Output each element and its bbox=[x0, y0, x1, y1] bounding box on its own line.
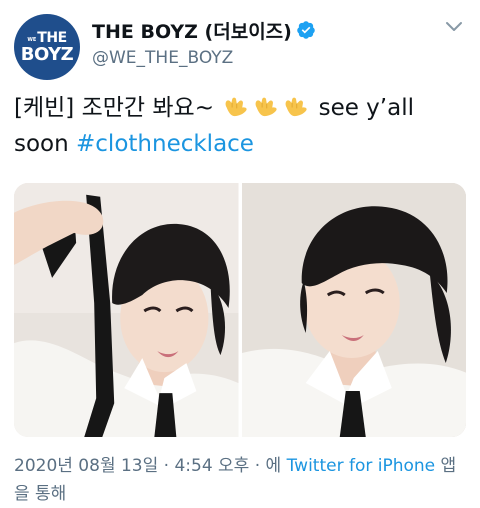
hashtag-link[interactable]: #clothnecklace bbox=[76, 131, 254, 157]
tweet-text: [케빈] 조만간 봐요~ see y’all soon #clothneckla… bbox=[14, 90, 466, 162]
chevron-down-icon[interactable] bbox=[442, 14, 466, 38]
author-display-name[interactable]: THE BOYZ (더보이즈) bbox=[92, 17, 292, 44]
avatar-logo-bottom: BOYZ bbox=[20, 43, 74, 65]
tweet-metadata: 2020년 08월 13일 · 4:54 오후 · 에 Twitter for … bbox=[14, 452, 466, 508]
tweet-timestamp[interactable]: 2020년 08월 13일 · 4:54 오후 · 에 bbox=[14, 456, 287, 476]
avatar-logo-top: WE THE bbox=[27, 29, 67, 46]
tweet-card: WE THE BOYZ THE BOYZ (더보이즈) @WE_THE_BOYZ… bbox=[0, 0, 480, 507]
call-me-hand-emoji-icon bbox=[285, 97, 307, 117]
source-app-link[interactable]: Twitter for iPhone bbox=[287, 456, 436, 476]
photo-2-image bbox=[241, 183, 466, 437]
tweet-media bbox=[14, 183, 466, 437]
author-handle[interactable]: @WE_THE_BOYZ bbox=[92, 48, 233, 68]
call-me-hand-emoji-icon bbox=[225, 97, 247, 117]
avatar-logo-the: THE bbox=[37, 29, 67, 46]
avatar-logo-we: WE bbox=[27, 36, 37, 43]
author-name-row: THE BOYZ (더보이즈) bbox=[92, 17, 316, 43]
verified-badge-icon bbox=[297, 21, 315, 39]
avatar[interactable]: WE THE BOYZ bbox=[14, 14, 80, 80]
tweet-photo-1[interactable] bbox=[14, 183, 239, 437]
call-me-hand-emoji-icon bbox=[255, 97, 277, 117]
photo-1-image bbox=[14, 183, 239, 437]
tweet-photo-2[interactable] bbox=[241, 183, 466, 437]
tweet-text-prefix: [케빈] 조만간 봐요~ bbox=[14, 95, 222, 121]
